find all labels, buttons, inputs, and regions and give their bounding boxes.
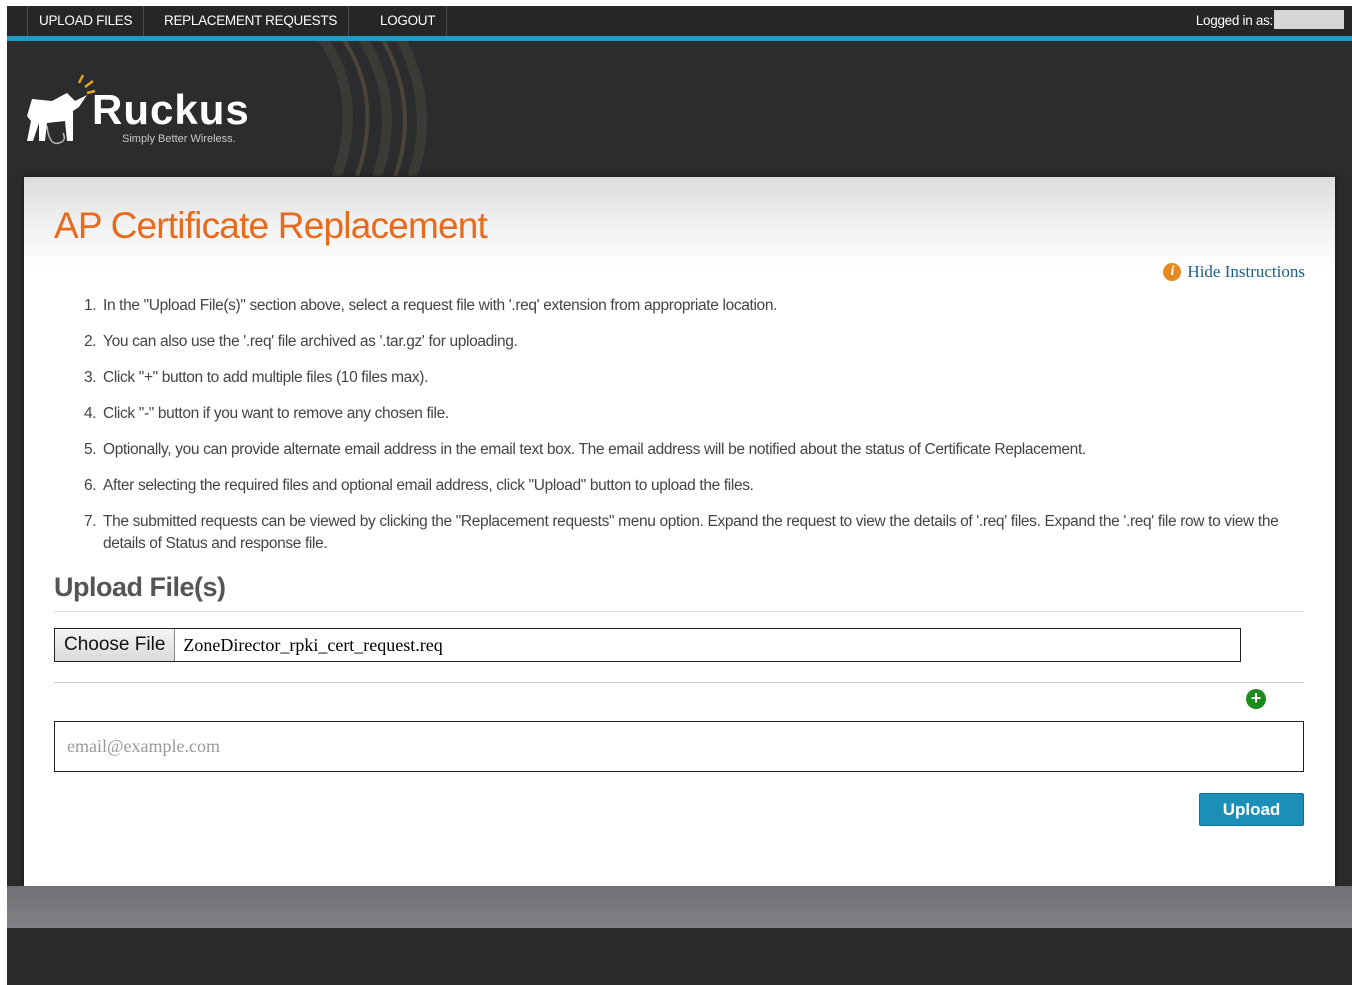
logo-text: Ruckus xyxy=(92,86,250,133)
instruction-text: Click "-" button if you want to remove a… xyxy=(103,405,449,422)
instructions-list: 1. In the "Upload File(s)" section above,… xyxy=(84,295,1309,569)
logged-in-label: Logged in as: xyxy=(1195,13,1273,28)
instruction-number: 2. xyxy=(84,333,97,350)
instruction-text: Click "+" button to add multiple files (… xyxy=(103,369,429,386)
instruction-text: In the "Upload File(s)" section above, s… xyxy=(103,297,778,314)
add-file-plus-icon[interactable]: + xyxy=(1246,689,1266,709)
chosen-file-name: ZoneDirector_rpki_cert_request.req xyxy=(183,634,443,655)
lower-band xyxy=(7,886,1352,928)
upload-section-title: Upload File(s) xyxy=(54,572,226,602)
instruction-text: The submitted requests can be viewed by … xyxy=(103,513,1279,552)
divider xyxy=(54,611,1304,612)
nav-logout[interactable]: LOGOUT xyxy=(369,6,448,36)
instruction-item: 6. After selecting the required files and… xyxy=(84,475,1309,497)
logo-tagline: Simply Better Wireless. xyxy=(122,133,236,145)
main-card: AP Certificate Replacement i Hide Instru… xyxy=(24,177,1335,886)
divider xyxy=(54,682,1304,683)
instruction-number: 5. xyxy=(84,441,97,458)
instruction-number: 7. xyxy=(84,513,97,530)
upload-button[interactable]: Upload xyxy=(1199,793,1304,826)
top-navbar: UPLOAD FILES REPLACEMENT REQUESTS LOGOUT… xyxy=(7,6,1352,41)
app-frame: UPLOAD FILES REPLACEMENT REQUESTS LOGOUT… xyxy=(7,6,1352,985)
instruction-item: 1. In the "Upload File(s)" section above,… xyxy=(84,295,1309,317)
instruction-item: 4. Click "-" button if you want to remove… xyxy=(84,403,1309,425)
nav-upload-files[interactable]: UPLOAD FILES xyxy=(27,6,145,36)
instruction-item: 2. You can also use the '.req' file archi… xyxy=(84,331,1309,353)
instruction-text: Optionally, you can provide alternate em… xyxy=(103,441,1086,458)
instruction-number: 6. xyxy=(84,477,97,494)
instruction-item: 7. The submitted requests can be viewed b… xyxy=(84,511,1309,555)
email-field[interactable] xyxy=(54,721,1304,772)
page-title: AP Certificate Replacement xyxy=(54,205,488,246)
instruction-number: 4. xyxy=(84,405,97,422)
choose-file-button[interactable]: Choose File xyxy=(55,629,176,661)
hide-instructions-label: Hide Instructions xyxy=(1187,262,1305,281)
footer xyxy=(7,928,1352,985)
file-input[interactable]: Choose File ZoneDirector_rpki_cert_reque… xyxy=(54,628,1241,662)
info-icon: i xyxy=(1163,263,1182,281)
instruction-number: 1. xyxy=(84,297,97,314)
nav-replacement-requests[interactable]: REPLACEMENT REQUESTS xyxy=(153,6,350,36)
logged-in-username xyxy=(1274,10,1344,29)
instruction-text: You can also use the '.req' file archive… xyxy=(103,333,518,350)
instruction-item: 3. Click "+" button to add multiple files… xyxy=(84,367,1309,389)
ruckus-dog-logo-icon xyxy=(27,74,96,145)
instruction-number: 3. xyxy=(84,369,97,386)
hide-instructions-link[interactable]: i Hide Instructions xyxy=(1163,262,1305,282)
decorative-arcs xyxy=(317,41,427,176)
header-banner: Ruckus Simply Better Wireless. xyxy=(7,41,1352,176)
instruction-text: After selecting the required files and o… xyxy=(103,477,754,494)
instruction-item: 5. Optionally, you can provide alternate … xyxy=(84,439,1309,461)
